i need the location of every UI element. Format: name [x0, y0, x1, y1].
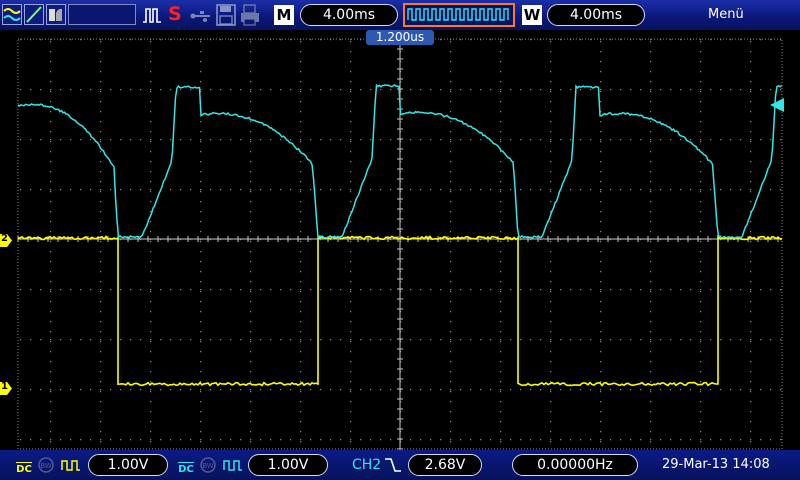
menu-button[interactable]: Menü [708, 7, 744, 22]
ch2-coupling: DC [176, 465, 196, 474]
main-timebase-label: M [274, 5, 294, 25]
ch1-invert-icon[interactable] [60, 456, 82, 474]
center-axis-ticks [18, 39, 778, 449]
waveform-overview[interactable] [403, 3, 515, 27]
date-time: 29-Mar-13 14:08 [662, 457, 798, 475]
print-icon[interactable] [240, 4, 260, 26]
ch1-bandwidth-icon[interactable]: BW [37, 456, 55, 474]
trigger-level-marker[interactable] [770, 97, 784, 111]
color-grade-icon[interactable] [46, 4, 66, 25]
ch1-scale[interactable]: 1.00V [88, 454, 168, 476]
usb-icon [190, 8, 212, 22]
ch2-coupling-icon[interactable]: DC [176, 455, 196, 475]
main-timebase-value[interactable]: 4.00ms [300, 4, 398, 26]
pulse-trigger-icon[interactable] [142, 6, 162, 24]
stop-indicator: S [168, 3, 184, 25]
acquisition-status-box [68, 4, 136, 25]
graticule [0, 30, 800, 450]
ch2-bandwidth-icon[interactable]: BW [199, 456, 217, 474]
trigger-position-label[interactable]: 1.200us [366, 30, 434, 45]
waveform-display [0, 30, 800, 450]
ch2-scale[interactable]: 1.00V [248, 454, 328, 476]
ch1-coupling: DC [14, 465, 34, 474]
ch2-invert-icon[interactable] [222, 456, 244, 474]
persistence-display-icon[interactable] [24, 4, 44, 25]
save-icon[interactable] [216, 4, 236, 26]
trigger-source[interactable]: CH2 [352, 456, 386, 474]
ch2-marker-label: 2 [1, 232, 10, 245]
status-bar: DC BW 1.00V DC BW 1.00V CH2 2.68V 0.0000… [0, 450, 800, 480]
frequency-counter: 0.00000Hz [512, 454, 638, 476]
ch1-marker-label: 1 [1, 380, 10, 393]
top-toolbar: S M 4.00ms W 4.00ms Menü [0, 0, 800, 30]
svg-text:BW: BW [40, 462, 52, 470]
ch1-coupling-icon[interactable]: DC [14, 455, 34, 475]
window-timebase-label: W [522, 5, 542, 25]
trigger-level[interactable]: 2.68V [408, 454, 482, 476]
svg-text:BW: BW [202, 462, 214, 470]
falling-edge-icon[interactable] [384, 456, 402, 474]
vector-display-icon[interactable] [2, 4, 22, 25]
window-timebase-value[interactable]: 4.00ms [547, 4, 645, 26]
